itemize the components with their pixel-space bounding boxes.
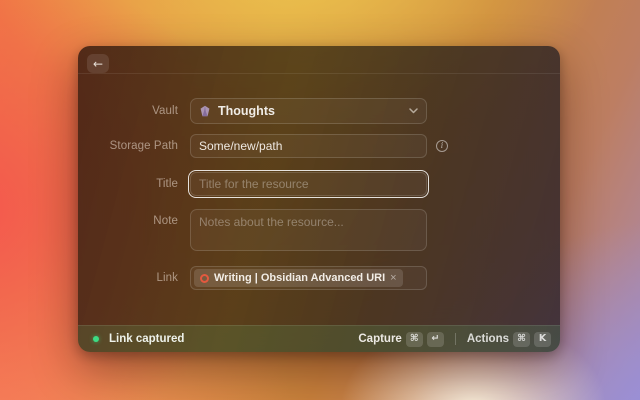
cmd-key-icon: ⌘ xyxy=(513,332,530,347)
link-tag-chip: Writing | Obsidian Advanced URI × xyxy=(194,269,403,287)
k-key-icon: K xyxy=(534,332,551,347)
remove-tag-icon[interactable]: × xyxy=(390,273,396,284)
obsidian-vault-icon xyxy=(199,105,211,117)
form: Vault Thoughts Storage Path i Title xyxy=(78,74,560,325)
return-key-icon: ↵ xyxy=(427,332,444,347)
actions-action[interactable]: Actions ⌘ K xyxy=(467,332,551,347)
info-icon: i xyxy=(436,140,448,152)
title-input[interactable] xyxy=(190,172,427,196)
window-header: ← xyxy=(78,46,560,73)
vault-dropdown[interactable]: Thoughts xyxy=(190,98,427,124)
link-input[interactable]: Writing | Obsidian Advanced URI × xyxy=(190,266,427,290)
storage-path-label: Storage Path xyxy=(78,140,190,152)
capture-window: ← Vault Thoughts Storage Path xyxy=(78,46,560,352)
note-textarea[interactable] xyxy=(190,209,427,251)
desktop-background: ← Vault Thoughts Storage Path xyxy=(0,0,640,400)
vault-value: Thoughts xyxy=(218,104,275,118)
storage-path-input[interactable] xyxy=(190,134,427,158)
vault-row: Vault Thoughts xyxy=(78,98,560,124)
link-label: Link xyxy=(78,272,190,284)
capture-label: Capture xyxy=(358,333,401,345)
back-button[interactable]: ← xyxy=(87,54,109,73)
link-favicon-icon xyxy=(200,274,209,283)
note-label: Note xyxy=(78,209,190,227)
title-row: Title xyxy=(78,172,560,196)
link-tag-label: Writing | Obsidian Advanced URI xyxy=(214,272,385,284)
footer-divider xyxy=(455,333,456,345)
cmd-key-icon: ⌘ xyxy=(406,332,423,347)
vault-label: Vault xyxy=(78,105,190,117)
footer-bar: Link captured Capture ⌘ ↵ Actions ⌘ K xyxy=(78,325,560,352)
note-row: Note xyxy=(78,209,560,251)
title-label: Title xyxy=(78,178,190,190)
back-arrow-icon: ← xyxy=(93,58,103,70)
status-text: Link captured xyxy=(109,333,184,345)
capture-action[interactable]: Capture ⌘ ↵ xyxy=(358,332,443,347)
status-dot-icon xyxy=(93,336,99,342)
actions-label: Actions xyxy=(467,333,509,345)
link-row: Link Writing | Obsidian Advanced URI × xyxy=(78,266,560,290)
storage-path-row: Storage Path i xyxy=(78,134,560,158)
chevron-down-icon xyxy=(409,108,418,114)
footer-actions: Capture ⌘ ↵ Actions ⌘ K xyxy=(358,332,551,347)
